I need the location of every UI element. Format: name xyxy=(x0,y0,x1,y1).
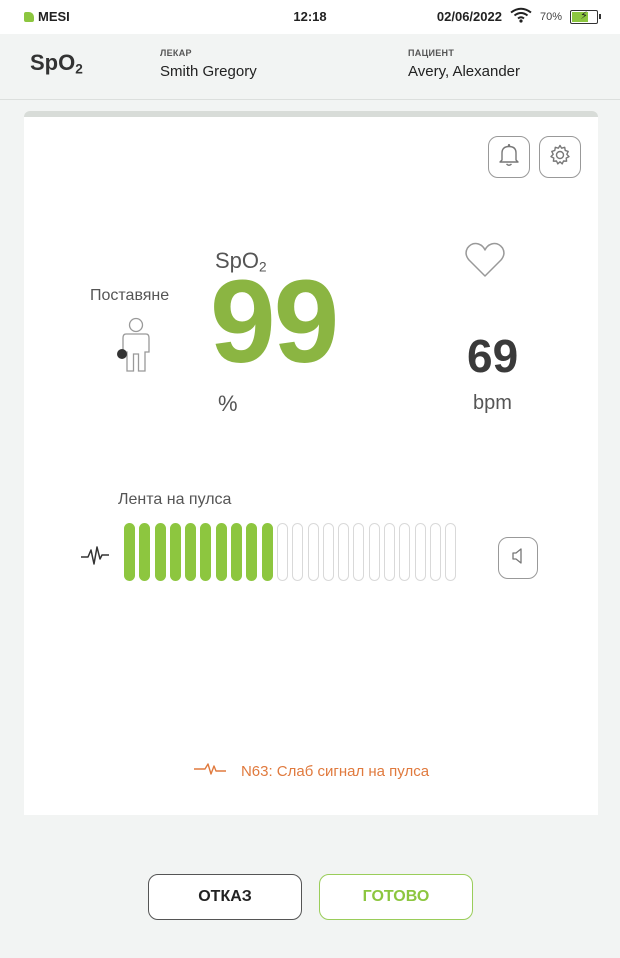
cancel-button[interactable]: ОТКАЗ xyxy=(148,874,302,920)
status-bar: MESI 12:18 02/06/2022 70% ⚡ xyxy=(0,0,620,34)
done-button[interactable]: ГОТОВО xyxy=(319,874,473,920)
pulse-bar-active xyxy=(154,523,166,581)
brand-logo-icon xyxy=(24,11,34,22)
pulse-bar-active xyxy=(139,523,151,581)
pulse-bar-active xyxy=(231,523,243,581)
page-title-sub: 2 xyxy=(75,61,83,77)
status-indicators: 02/06/2022 70% ⚡ xyxy=(436,7,601,26)
pulse-strip-label: Лента на пулса xyxy=(118,491,232,508)
pulse-bar-inactive xyxy=(322,523,334,581)
gear-icon xyxy=(548,143,572,172)
battery-percent: 70% xyxy=(539,10,562,23)
body-figure-icon[interactable] xyxy=(116,316,154,379)
patient-info: ПАЦИЕНТ Avery, Alexander xyxy=(408,48,520,80)
pulse-rate-value: 69 xyxy=(467,330,519,382)
doctor-name: Smith Gregory xyxy=(160,63,257,80)
status-date: 02/06/2022 xyxy=(436,9,502,24)
status-brand: MESI xyxy=(24,9,70,24)
speaker-icon xyxy=(510,547,526,570)
doctor-info: ЛЕКАР Smith Gregory xyxy=(160,48,257,80)
pulse-strip-bars xyxy=(124,523,457,581)
pulse-bar-active xyxy=(124,523,135,581)
pulse-bar-inactive xyxy=(292,523,304,581)
patient-caption: ПАЦИЕНТ xyxy=(408,48,455,58)
weak-signal-icon xyxy=(193,762,227,780)
pulse-bar-active xyxy=(261,523,273,581)
pulse-bar-active xyxy=(169,523,181,581)
placement-label: Поставяне xyxy=(90,287,170,304)
bell-icon xyxy=(498,143,520,172)
settings-button[interactable] xyxy=(539,136,581,178)
pulse-bar-inactive xyxy=(429,523,441,581)
charging-bolt-icon: ⚡ xyxy=(580,9,588,22)
pulse-bar-inactive xyxy=(384,523,396,581)
pulse-bar-active xyxy=(185,523,197,581)
patient-name: Avery, Alexander xyxy=(408,63,521,80)
pulse-bar-inactive xyxy=(338,523,350,581)
pulse-bar-active xyxy=(215,523,227,581)
sound-toggle-button[interactable] xyxy=(498,537,538,579)
battery-icon: ⚡ xyxy=(570,9,601,24)
pulse-bar-inactive xyxy=(399,523,411,581)
pulse-bar-inactive xyxy=(353,523,365,581)
page-header: SpO2 ЛЕКАР Smith Gregory ПАЦИЕНТ Avery, … xyxy=(0,34,620,100)
doctor-caption: ЛЕКАР xyxy=(160,48,192,58)
pulse-wave-icon xyxy=(80,544,110,573)
wifi-icon xyxy=(510,7,532,26)
page-title-main: SpO xyxy=(30,50,76,75)
pulse-bar-inactive xyxy=(445,523,457,581)
spo2-unit: % xyxy=(218,391,238,416)
pulse-bar-inactive xyxy=(414,523,426,581)
pulse-bar-active xyxy=(200,523,212,581)
spo2-value: 99 xyxy=(210,256,339,388)
pulse-bar-inactive xyxy=(368,523,380,581)
brand-name: MESI xyxy=(38,9,70,24)
pulse-bar-inactive xyxy=(307,523,319,581)
measurement-card: SpO2 Поставяне 99 % 69 bpm Лента на пулс… xyxy=(24,111,598,815)
alarm-button[interactable] xyxy=(488,136,530,178)
heart-icon xyxy=(464,241,506,284)
pulse-rate-unit: bpm xyxy=(473,392,512,414)
page-title: SpO2 xyxy=(30,50,83,76)
pulse-bar-inactive xyxy=(276,523,288,581)
warning-text: N63: Слаб сигнал на пулса xyxy=(240,762,430,780)
signal-warning: N63: Слаб сигнал на пулса xyxy=(24,762,598,780)
pulse-bar-active xyxy=(246,523,258,581)
